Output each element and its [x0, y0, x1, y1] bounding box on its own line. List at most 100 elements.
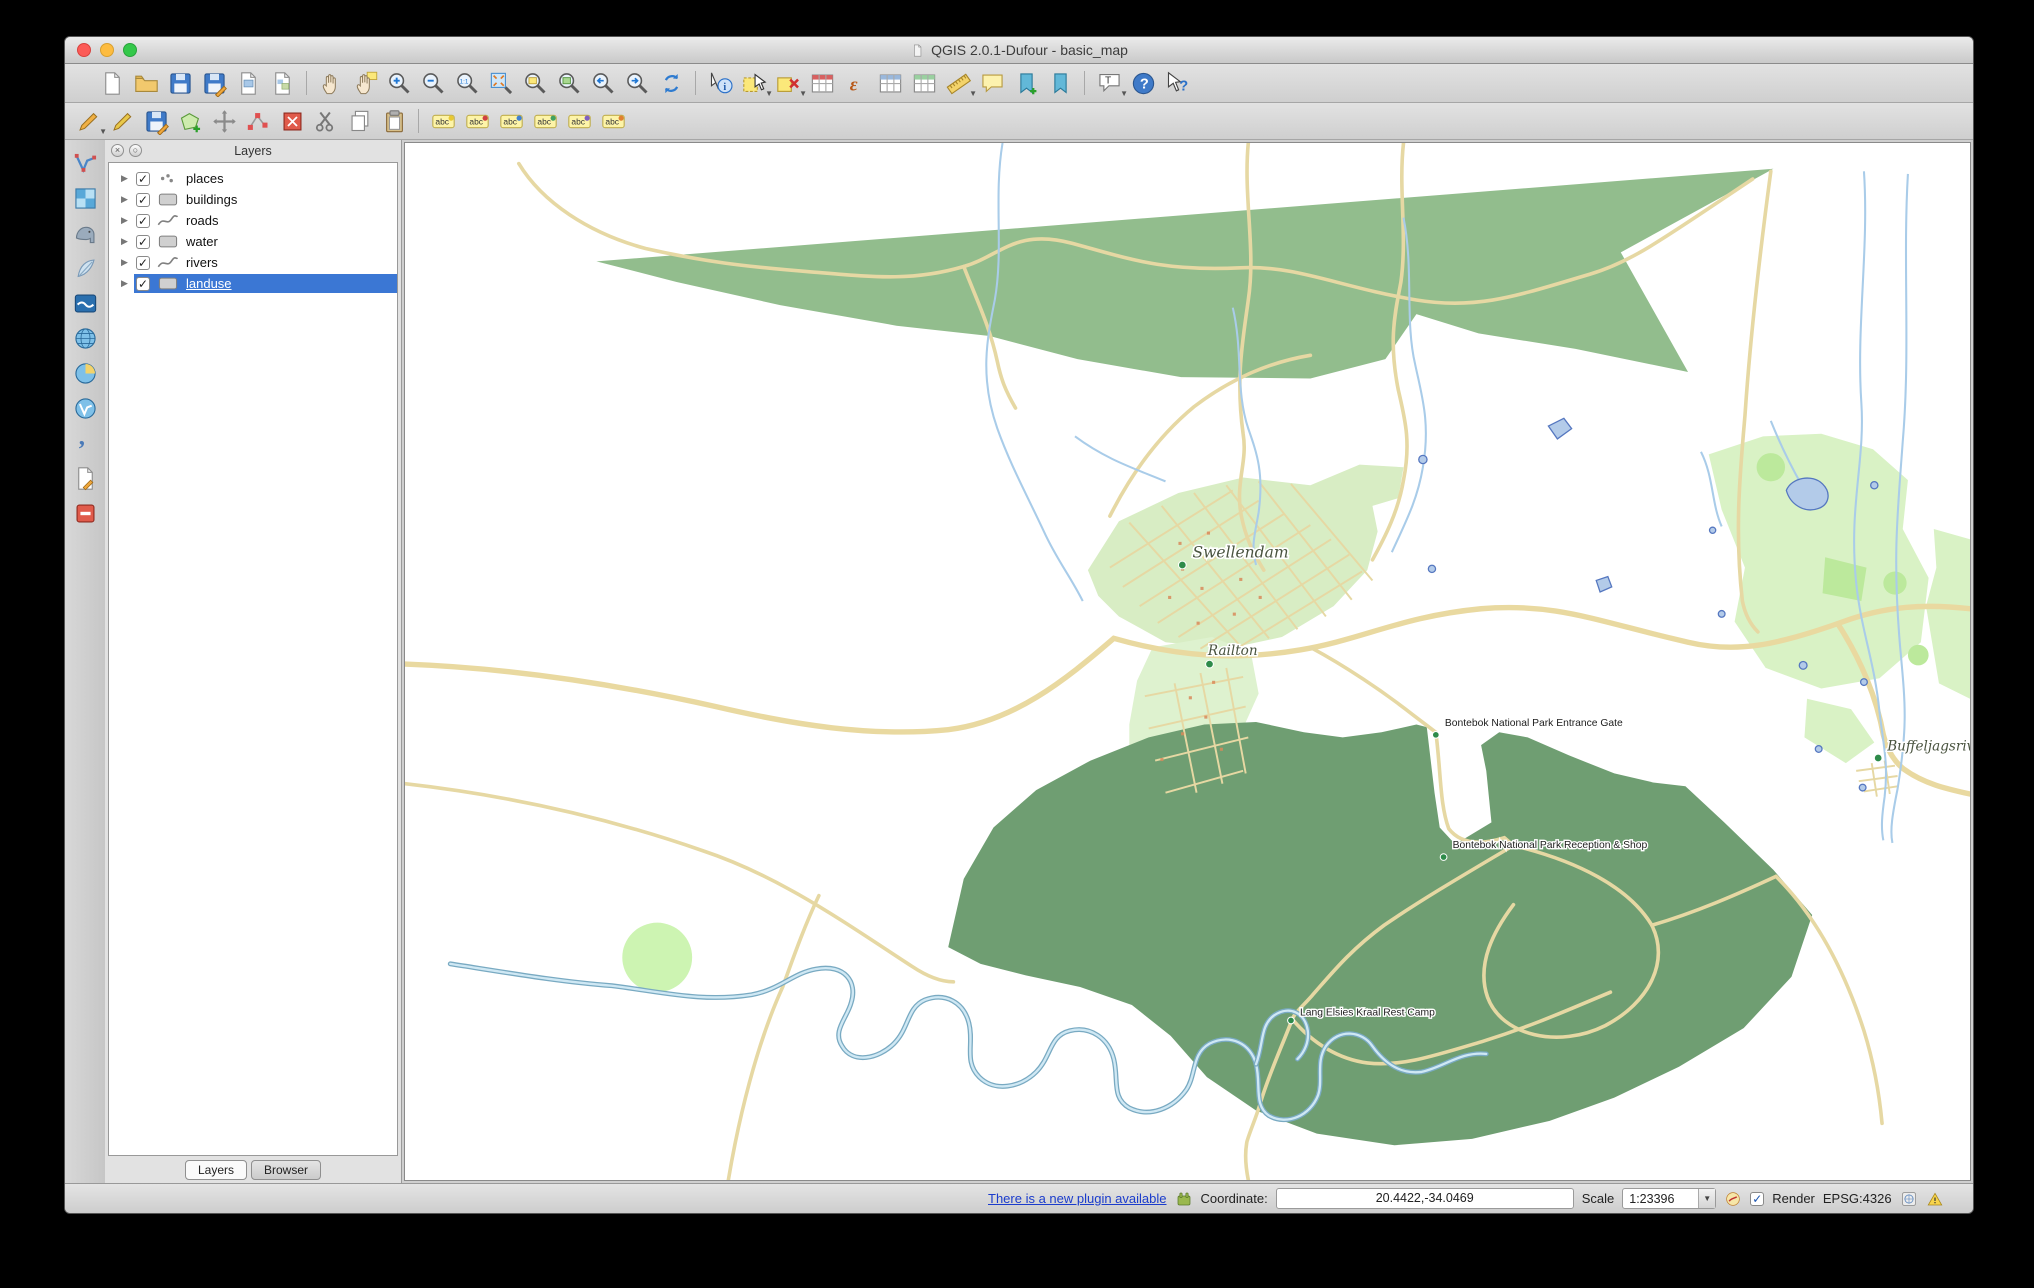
select-features-button[interactable]: ▼	[737, 67, 771, 99]
expand-arrow-icon[interactable]: ▶	[121, 215, 134, 226]
open-attribute-table-button[interactable]	[805, 67, 839, 99]
save-project-as-button[interactable]	[197, 67, 231, 99]
layer-row-body[interactable]: ✓buildings	[134, 190, 397, 209]
help-button[interactable]: ?	[1126, 67, 1160, 99]
render-checkbox[interactable]: ✓	[1750, 1192, 1764, 1206]
show-bookmarks-button[interactable]	[1043, 67, 1077, 99]
remove-layer-button[interactable]	[69, 498, 101, 528]
add-raster-layer-button[interactable]	[69, 183, 101, 213]
composer-manager-button[interactable]	[265, 67, 299, 99]
zoom-window-button[interactable]	[123, 43, 137, 57]
cut-features-button[interactable]	[309, 105, 343, 137]
zoom-full-button[interactable]	[484, 67, 518, 99]
attribute-table-button[interactable]	[873, 67, 907, 99]
combo-arrow-icon[interactable]: ▼	[1698, 1189, 1715, 1208]
toggle-editing-button[interactable]	[105, 105, 139, 137]
add-wfs-layer-button[interactable]	[69, 393, 101, 423]
map-canvas[interactable]: Swellendam Railton Bontebok National Par…	[405, 143, 1970, 1180]
add-feature-button[interactable]	[173, 105, 207, 137]
refresh-map-button[interactable]	[654, 67, 688, 99]
add-mssql-layer-button[interactable]	[69, 288, 101, 318]
add-sqlanywhere-layer-button[interactable]: ,	[69, 428, 101, 458]
panel-float-icon[interactable]: ○	[129, 144, 142, 157]
add-wcs-layer-button[interactable]	[69, 358, 101, 388]
move-feature-button[interactable]	[207, 105, 241, 137]
attribute-actions-button[interactable]	[907, 67, 941, 99]
zoom-out-button[interactable]	[416, 67, 450, 99]
expand-arrow-icon[interactable]: ▶	[121, 257, 134, 268]
zoom-to-layer-button[interactable]	[552, 67, 586, 99]
label-pin-button[interactable]: abc	[460, 105, 494, 137]
new-bookmark-button[interactable]	[1009, 67, 1043, 99]
expand-arrow-icon[interactable]: ▶	[121, 194, 134, 205]
layer-visibility-checkbox[interactable]: ✓	[136, 214, 150, 228]
zoom-next-button[interactable]	[620, 67, 654, 99]
panel-tab-browser[interactable]: Browser	[251, 1160, 321, 1180]
save-layer-edits-button[interactable]	[139, 105, 173, 137]
save-project-button[interactable]	[163, 67, 197, 99]
add-wms-layer-button[interactable]	[69, 323, 101, 353]
deselect-features-button[interactable]: ▼	[771, 67, 805, 99]
open-project-button[interactable]	[129, 67, 163, 99]
layer-visibility-checkbox[interactable]: ✓	[136, 193, 150, 207]
layer-item-water[interactable]: ▶✓water	[109, 231, 397, 252]
label-move-button[interactable]: abc	[528, 105, 562, 137]
close-button[interactable]	[77, 43, 91, 57]
layer-item-buildings[interactable]: ▶✓buildings	[109, 189, 397, 210]
crs-status-icon[interactable]	[1900, 1190, 1918, 1208]
zoom-to-selection-button[interactable]	[518, 67, 552, 99]
panel-tab-layers[interactable]: Layers	[185, 1160, 247, 1180]
expand-arrow-icon[interactable]: ▶	[121, 236, 134, 247]
new-project-button[interactable]	[95, 67, 129, 99]
layer-row-body[interactable]: ✓places	[134, 169, 397, 188]
label-show-hide-button[interactable]: abc	[494, 105, 528, 137]
expand-arrow-icon[interactable]: ▶	[121, 173, 134, 184]
layer-item-roads[interactable]: ▶✓roads	[109, 210, 397, 231]
map-tips-button[interactable]	[975, 67, 1009, 99]
layer-row-body[interactable]: ✓rivers	[134, 253, 397, 272]
add-vector-layer-button[interactable]	[69, 148, 101, 178]
layer-item-rivers[interactable]: ▶✓rivers	[109, 252, 397, 273]
zoom-in-button[interactable]	[382, 67, 416, 99]
layer-row-body[interactable]: ✓landuse	[134, 274, 397, 293]
label-rotate-button[interactable]: abc	[562, 105, 596, 137]
expand-arrow-icon[interactable]: ▶	[121, 278, 134, 289]
layer-row-body[interactable]: ✓roads	[134, 211, 397, 230]
messages-icon[interactable]	[1926, 1190, 1944, 1208]
plugin-available-link[interactable]: There is a new plugin available	[988, 1191, 1167, 1206]
layer-visibility-checkbox[interactable]: ✓	[136, 172, 150, 186]
layer-item-landuse[interactable]: ▶✓landuse	[109, 273, 397, 294]
labeling-button[interactable]: abc	[426, 105, 460, 137]
whats-this-button[interactable]: ?	[1160, 67, 1194, 99]
minimize-button[interactable]	[100, 43, 114, 57]
zoom-last-button[interactable]	[586, 67, 620, 99]
layer-visibility-checkbox[interactable]: ✓	[136, 277, 150, 291]
pan-to-selection-button[interactable]	[348, 67, 382, 99]
identify-features-button[interactable]: i	[703, 67, 737, 99]
coordinate-input[interactable]: 20.4422,-34.0469	[1276, 1188, 1574, 1209]
copy-features-button[interactable]	[343, 105, 377, 137]
current-edits-button[interactable]: ▼	[71, 105, 105, 137]
panel-close-icon[interactable]: ×	[111, 144, 124, 157]
plugin-icon[interactable]	[1175, 1190, 1193, 1208]
add-postgis-layer-button[interactable]	[69, 218, 101, 248]
new-shapefile-layer-button[interactable]	[69, 463, 101, 493]
delete-selected-button[interactable]	[275, 105, 309, 137]
measure-button[interactable]: ▼	[941, 67, 975, 99]
node-tool-button[interactable]	[241, 105, 275, 137]
titlebar[interactable]: QGIS 2.0.1-Dufour - basic_map	[65, 37, 1973, 64]
stop-render-icon[interactable]	[1724, 1190, 1742, 1208]
paste-features-button[interactable]	[377, 105, 411, 137]
scale-combo[interactable]: 1:23396 ▼	[1622, 1188, 1716, 1209]
text-annotation-button[interactable]: T▼	[1092, 67, 1126, 99]
layer-row-body[interactable]: ✓water	[134, 232, 397, 251]
zoom-native-resolution-button[interactable]: 1:1	[450, 67, 484, 99]
add-spatialite-layer-button[interactable]	[69, 253, 101, 283]
field-calculator-button[interactable]: ε	[839, 67, 873, 99]
new-print-composer-button[interactable]	[231, 67, 265, 99]
label-properties-button[interactable]: abc	[596, 105, 630, 137]
layer-visibility-checkbox[interactable]: ✓	[136, 256, 150, 270]
layer-visibility-checkbox[interactable]: ✓	[136, 235, 150, 249]
pan-map-button[interactable]	[314, 67, 348, 99]
layer-item-places[interactable]: ▶✓places	[109, 168, 397, 189]
